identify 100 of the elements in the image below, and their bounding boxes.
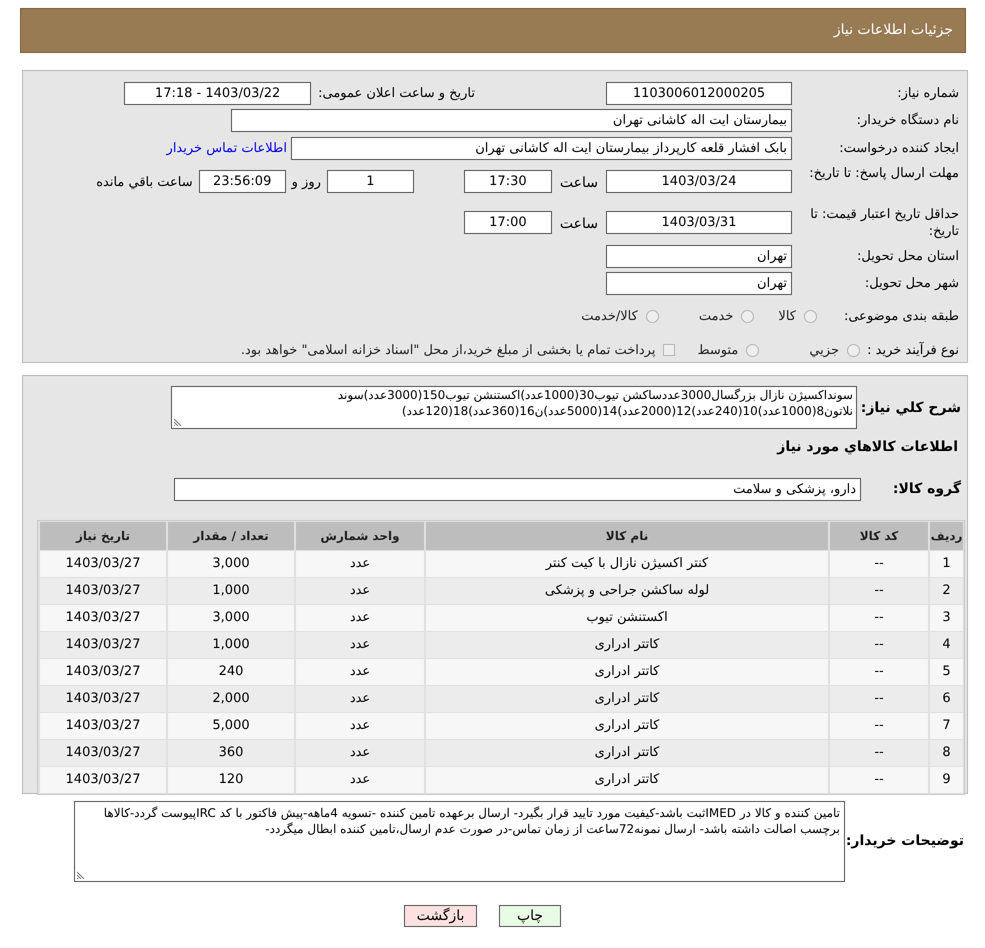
table-cell: --: [830, 767, 928, 793]
table-cell: کاتتر ادراری: [426, 686, 828, 712]
table-cell: عدد: [296, 551, 424, 577]
table-cell: 240: [168, 659, 294, 685]
table-cell: 3: [930, 605, 963, 631]
table-cell: 1403/03/27: [40, 740, 166, 766]
field-label: ایجاد کننده درخواست:: [838, 140, 959, 158]
column-header: ردیف: [930, 522, 963, 550]
field-label: شماره نیاز:: [896, 84, 959, 103]
table-cell: عدد: [296, 713, 424, 739]
table-cell: کاتتر ادراری: [426, 740, 828, 766]
table-cell: 6: [930, 686, 963, 712]
field-label: خدمت: [698, 308, 734, 326]
table-cell: کاتتر ادراری: [426, 632, 828, 658]
field-label: روز و: [292, 174, 321, 192]
table-cell: عدد: [296, 605, 424, 631]
description-text: سونداکسیژن نازال بزرگسال3000عددساکشن تیوب30(1000عدد)اکستنشن تیوب150(3000عدد)سوند نلاتون8(1000عدد)10(240عدد)12(2000عدد)14(5000عدد)ن16(360عدد)18(120عدد): [338, 388, 853, 418]
table-cell: 1403/03/27: [40, 713, 166, 739]
table-cell: 1403/03/27: [40, 659, 166, 685]
table-cell: 120: [168, 767, 294, 793]
table-cell: 1,000: [168, 632, 294, 658]
field-label: مهلت ارسال پاسخ: تا تاریخ:: [808, 165, 959, 182]
text-field[interactable]: 1403/03/22 - 17:18: [124, 82, 312, 105]
table-cell: --: [830, 713, 928, 739]
column-header: واحد شمارش: [296, 522, 424, 550]
table-cell: 360: [168, 740, 294, 766]
table-cell: کاتتر ادراری: [426, 767, 828, 793]
text-field[interactable]: بابک افشار قلعه کارپرداز بیمارستان ایت اله کاشانی تهران: [291, 137, 792, 160]
timer-field[interactable]: 23:56:09: [198, 170, 286, 193]
table-cell: 9: [930, 767, 963, 793]
table-cell: عدد: [296, 632, 424, 658]
checkbox[interactable]: [663, 344, 676, 356]
field-label: گروه کالا:: [892, 479, 961, 499]
field-label: نام دستگاه خریدار:: [856, 112, 959, 130]
radio-button[interactable]: [746, 344, 760, 357]
column-header: کد کالا: [830, 522, 928, 550]
section-title: اطلاعات کالاهاي مورد نياز: [776, 438, 959, 457]
table-cell: عدد: [296, 659, 424, 685]
page-title: جزئیات اطلاعات نیاز: [834, 21, 953, 40]
table-cell: 1403/03/27: [40, 578, 166, 604]
table-cell: --: [830, 578, 928, 604]
column-header: تعداد / مقدار: [168, 522, 294, 550]
text-field[interactable]: دارو، پزشکی و سلامت: [174, 478, 861, 501]
table-cell: 3,000: [168, 551, 294, 577]
field-label: پرداخت تمام یا بخشی از مبلغ خرید،از محل "اسناد خزانه اسلامی" خواهد بود.: [240, 342, 656, 360]
table-cell: 2: [930, 578, 963, 604]
resize-handle-icon[interactable]: [77, 871, 85, 879]
table-cell: 2,000: [168, 686, 294, 712]
table-cell: عدد: [296, 767, 424, 793]
field-label: کالا: [778, 308, 796, 326]
table-cell: لوله ساکشن جراحی و پزشکی: [426, 578, 828, 604]
back-button[interactable]: بازگشت: [404, 905, 477, 927]
field-label: استان محل تحویل:: [856, 248, 959, 266]
table-cell: --: [830, 686, 928, 712]
radio-button[interactable]: [646, 310, 659, 324]
field-label: کالا/خدمت: [581, 308, 638, 326]
table-cell: --: [830, 605, 928, 631]
table-cell: 8: [930, 740, 963, 766]
table-cell: 1403/03/27: [40, 767, 166, 793]
text-field[interactable]: بیمارستان ایت اله کاشانی تهران: [231, 109, 792, 132]
text-field[interactable]: تهران: [606, 245, 792, 268]
field-label: ساعت باقي مانده: [96, 174, 193, 192]
table-cell: 1,000: [168, 578, 294, 604]
resize-handle-icon[interactable]: [174, 418, 182, 426]
table-cell: کنتر اکسیژن نازال با کیت کنتر: [426, 551, 828, 577]
radio-button[interactable]: [804, 310, 817, 324]
table-cell: 5,000: [168, 713, 294, 739]
field-label: توضیحات خریدار:: [845, 832, 965, 851]
column-header: نام کالا: [426, 522, 828, 550]
table-cell: کاتتر ادراری: [426, 659, 828, 685]
table-cell: عدد: [296, 740, 424, 766]
table-cell: 3,000: [168, 605, 294, 631]
print-button[interactable]: چاپ: [499, 905, 561, 927]
field-label: شرح کلي نياز:: [860, 399, 961, 418]
radio-button[interactable]: [847, 344, 860, 357]
radio-button[interactable]: [741, 310, 754, 324]
text-field[interactable]: 17:00: [464, 211, 552, 234]
table-cell: 5: [930, 659, 963, 685]
column-header: تاریخ نیاز: [40, 522, 166, 550]
text-field[interactable]: 1: [326, 170, 414, 193]
text-field[interactable]: تهران: [606, 272, 792, 296]
text-field[interactable]: 1403/03/31: [606, 211, 792, 234]
contact-link[interactable]: اطلاعات تماس خریدار: [166, 138, 287, 158]
field-label: حداقل تاریخ اعتبار قیمت: تا تاریخ:: [809, 206, 959, 240]
table-cell: 4: [930, 632, 963, 658]
text-field[interactable]: 1103006012000205: [606, 82, 792, 105]
field-label: نوع فرآیند خرید :: [866, 340, 959, 360]
table-cell: --: [830, 659, 928, 685]
table-cell: 1403/03/27: [40, 686, 166, 712]
table-cell: 1: [930, 551, 963, 577]
field-label: تاریخ و ساعت اعلان عمومی:: [318, 84, 475, 103]
table-cell: 1403/03/27: [40, 605, 166, 631]
text-field[interactable]: 1403/03/24: [606, 170, 792, 193]
table-cell: اکستنشن تیوب: [426, 605, 828, 631]
text-field[interactable]: 17:30: [464, 170, 552, 193]
field-label: ساعت: [560, 215, 598, 234]
description-field[interactable]: سونداکسیژن نازال بزرگسال3000عددساکشن تیوب30(1000عدد)اکستنشن تیوب150(3000عدد)سوند نلاتون8(1000عدد)10(240عدد)12(2000عدد)14(5000عدد)ن16(360عدد)18(120عدد): [171, 386, 857, 429]
notes-field[interactable]: [74, 801, 845, 882]
table-cell: --: [830, 740, 928, 766]
table-cell: 1403/03/27: [40, 551, 166, 577]
